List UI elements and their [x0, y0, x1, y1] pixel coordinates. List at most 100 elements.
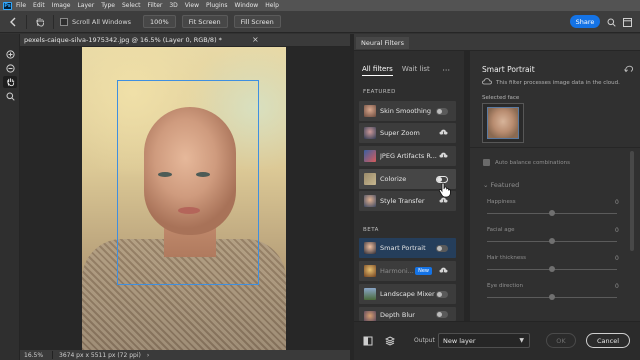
- neural-filters-footer: Output New layer ▼ OK Cancel: [354, 321, 640, 360]
- featured-section-header[interactable]: ⌄ Featured: [483, 181, 519, 189]
- filter-item-super-zoom[interactable]: Super Zoom: [359, 123, 456, 143]
- filter-item-smart-portrait[interactable]: Smart Portrait: [359, 238, 456, 258]
- menu-bar: Ps File Edit Image Layer Type Select Fil…: [0, 0, 640, 11]
- auto-balance-label: Auto balance combinations: [495, 159, 570, 166]
- hair-thickness-label: Hair thickness: [487, 255, 527, 261]
- output-select[interactable]: New layer ▼: [438, 333, 530, 348]
- cloud-download-icon[interactable]: [438, 267, 448, 276]
- filter-item-harmonization[interactable]: Harmoni... New: [359, 261, 456, 281]
- output-select-value: New layer: [443, 336, 476, 345]
- facial-age-slider-knob[interactable]: [549, 238, 555, 244]
- cloud-download-icon[interactable]: [438, 152, 448, 161]
- fill-screen-button[interactable]: Fill Screen: [233, 15, 281, 28]
- smart-portrait-toggle[interactable]: [436, 244, 448, 252]
- jpeg-artifacts-thumbnail: [364, 150, 376, 162]
- facial-age-value[interactable]: 0: [615, 227, 619, 234]
- divider: [53, 14, 54, 29]
- status-menu-arrow[interactable]: ›: [147, 352, 149, 359]
- filter-item-landscape-mixer[interactable]: Landscape Mixer: [359, 284, 456, 304]
- zoom-100-button[interactable]: 100%: [143, 15, 176, 28]
- filter-item-skin-smoothing[interactable]: Skin Smoothing: [359, 101, 456, 121]
- cloud-icon: [482, 78, 492, 87]
- hair-thickness-slider-knob[interactable]: [549, 266, 555, 272]
- filter-item-depth-blur[interactable]: Depth Blur: [359, 307, 456, 323]
- happiness-slider-knob[interactable]: [549, 210, 555, 216]
- share-button[interactable]: Share: [570, 15, 600, 28]
- beta-section-label: BETA: [363, 227, 379, 233]
- hand-pointer-cursor-icon: [438, 182, 452, 198]
- search-icon[interactable]: [604, 15, 618, 29]
- preview-toggle-icon[interactable]: [362, 335, 374, 347]
- menu-window[interactable]: Window: [235, 2, 259, 9]
- eye-direction-label: Eye direction: [487, 283, 523, 289]
- status-bar: 16.5% 3674 px x 5511 px (72 ppi) ›: [20, 350, 350, 360]
- filter-item-jpeg-artifacts[interactable]: JPEG Artifacts R...: [359, 146, 456, 166]
- canvas[interactable]: [20, 47, 350, 350]
- menu-image[interactable]: Image: [52, 2, 71, 9]
- depth-blur-toggle[interactable]: [436, 311, 448, 318]
- document-tab[interactable]: pexels-caique-silva-1975342.jpg @ 16.5% …: [20, 34, 350, 47]
- options-bar: Scroll All Windows 100% Fit Screen Fill …: [0, 11, 640, 33]
- menu-file[interactable]: File: [16, 2, 26, 9]
- menu-edit[interactable]: Edit: [33, 2, 45, 9]
- menu-type[interactable]: Type: [101, 2, 115, 9]
- output-label: Output: [414, 337, 435, 344]
- hair-thickness-value[interactable]: 0: [615, 255, 619, 262]
- eye-direction-slider-knob[interactable]: [549, 294, 555, 300]
- zoom-tool-icon[interactable]: [3, 90, 17, 102]
- fit-screen-button[interactable]: Fit Screen: [181, 15, 228, 28]
- neural-filters-tab[interactable]: Neural Filters: [356, 37, 409, 49]
- divider: [26, 14, 27, 29]
- more-options-icon[interactable]: ···: [442, 66, 450, 75]
- landscape-mixer-toggle[interactable]: [436, 290, 448, 298]
- filter-title: Smart Portrait: [482, 65, 535, 74]
- hand-tool-icon[interactable]: [3, 76, 17, 88]
- skin-smoothing-thumbnail: [364, 105, 376, 117]
- filter-name: Smart Portrait: [380, 244, 426, 252]
- menu-help[interactable]: Help: [265, 2, 279, 9]
- zoom-level[interactable]: 16.5%: [24, 352, 52, 359]
- cloud-processing-note: This filter processes image data in the …: [496, 80, 620, 86]
- photoshop-logo-icon: Ps: [3, 1, 12, 10]
- new-badge: New: [415, 267, 432, 275]
- cancel-button[interactable]: Cancel: [586, 333, 630, 348]
- hand-tool-icon[interactable]: [33, 15, 47, 29]
- eye-direction-value[interactable]: 0: [615, 283, 619, 290]
- skin-smoothing-toggle[interactable]: [436, 107, 448, 115]
- auto-balance-row[interactable]: Auto balance combinations: [483, 159, 570, 166]
- close-icon[interactable]: ×: [252, 35, 259, 44]
- workspace-icon[interactable]: [620, 15, 634, 29]
- cloud-download-icon[interactable]: [438, 129, 448, 138]
- zoom-out-icon[interactable]: [3, 62, 17, 74]
- layers-icon[interactable]: [384, 335, 396, 347]
- tab-all-filters[interactable]: All filters: [362, 65, 393, 76]
- document-dimensions: 3674 px x 5511 px (72 ppi): [59, 351, 141, 359]
- menu-filter[interactable]: Filter: [148, 2, 163, 9]
- menu-view[interactable]: View: [185, 2, 199, 9]
- scroll-all-windows-checkbox[interactable]: [60, 17, 68, 26]
- filter-name: Depth Blur: [380, 311, 415, 319]
- filter-name: Colorize: [380, 175, 407, 183]
- ok-button[interactable]: OK: [546, 333, 576, 348]
- back-chevron-icon[interactable]: [6, 15, 20, 29]
- menu-3d[interactable]: 3D: [169, 2, 177, 9]
- zoom-in-icon[interactable]: [3, 48, 17, 60]
- face-preview: [487, 107, 519, 139]
- landscape-mixer-thumbnail: [364, 288, 376, 300]
- selected-face-label: Selected face: [482, 95, 520, 101]
- happiness-value[interactable]: 0: [615, 199, 619, 206]
- chevron-down-icon: ▼: [519, 337, 524, 344]
- menu-layer[interactable]: Layer: [77, 2, 94, 9]
- filter-name: Harmoni...: [380, 267, 414, 275]
- settings-scrollbar[interactable]: [630, 151, 634, 251]
- super-zoom-thumbnail: [364, 127, 376, 139]
- reset-icon[interactable]: [624, 65, 634, 75]
- menu-select[interactable]: Select: [122, 2, 141, 9]
- auto-balance-checkbox[interactable]: [483, 159, 490, 166]
- menu-plugins[interactable]: Plugins: [206, 2, 228, 9]
- style-transfer-thumbnail: [364, 195, 376, 207]
- selected-face-thumbnail[interactable]: [482, 103, 524, 143]
- tab-wait-list[interactable]: Wait list: [402, 65, 430, 76]
- featured-section-title: Featured: [490, 181, 520, 189]
- filter-name: Landscape Mixer: [380, 290, 435, 298]
